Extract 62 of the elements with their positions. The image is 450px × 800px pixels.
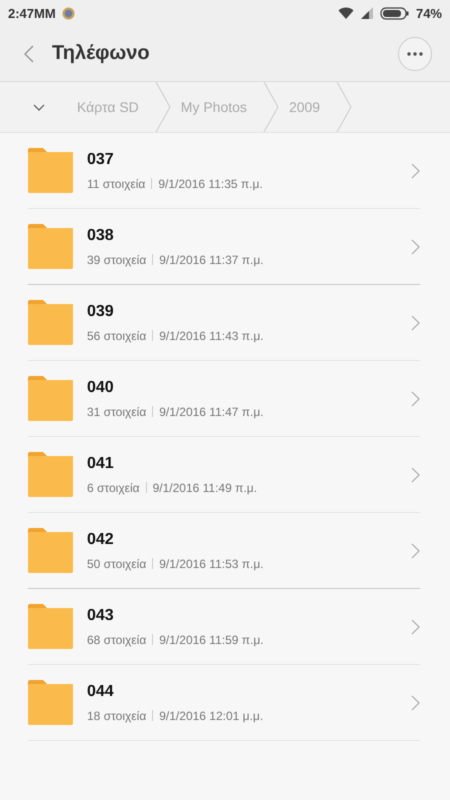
more-icon — [407, 52, 423, 56]
item-count: 39 στοιχεία — [87, 252, 146, 266]
modified-date: 9/1/2016 11:49 π.μ. — [152, 480, 257, 494]
modified-date: 9/1/2016 11:59 π.μ. — [159, 632, 264, 646]
signal-icon — [360, 7, 374, 19]
folder-name: 040 — [87, 378, 115, 396]
item-count: 56 στοιχεία — [87, 328, 146, 342]
item-count: 6 στοιχεία — [87, 480, 140, 494]
modified-date: 9/1/2016 11:43 π.μ. — [159, 328, 264, 342]
breadcrumb-separator-icon — [154, 82, 171, 132]
battery-icon — [380, 6, 410, 20]
notification-icon — [62, 6, 75, 20]
wifi-icon — [338, 7, 354, 19]
chevron-right-icon — [411, 542, 420, 558]
folder-row[interactable]: 038 39 στοιχεία 9/1/2016 11:37 π.μ. — [28, 209, 420, 285]
modified-date: 9/1/2016 12:01 μ.μ. — [159, 708, 264, 722]
chevron-right-icon — [411, 162, 420, 178]
folder-row[interactable]: 041 6 στοιχεία 9/1/2016 11:49 π.μ. — [28, 437, 420, 513]
modified-date: 9/1/2016 11:37 π.μ. — [159, 252, 264, 266]
chevron-right-icon — [411, 694, 420, 710]
folder-icon — [28, 680, 73, 725]
folder-row[interactable]: 037 11 στοιχεία 9/1/2016 11:35 π.μ. — [28, 133, 420, 209]
chevron-down-icon[interactable] — [33, 104, 45, 110]
chevron-right-icon — [411, 314, 420, 330]
folder-icon — [28, 224, 73, 269]
folder-row[interactable]: 042 50 στοιχεία 9/1/2016 11:53 π.μ. — [28, 513, 420, 589]
chevron-right-icon — [411, 618, 420, 634]
breadcrumb-separator-icon — [336, 82, 352, 132]
item-count: 18 στοιχεία — [87, 708, 146, 722]
folder-icon — [28, 376, 73, 421]
folder-name: 041 — [87, 454, 115, 472]
folder-icon — [28, 528, 73, 573]
folder-icon — [28, 300, 73, 345]
folder-icon — [28, 452, 73, 497]
status-time: 2:47MM — [8, 6, 56, 20]
chevron-right-icon — [411, 466, 420, 482]
modified-date: 9/1/2016 11:35 π.μ. — [158, 176, 263, 190]
folder-row[interactable]: 044 18 στοιχεία 9/1/2016 12:01 μ.μ. — [28, 665, 420, 741]
folder-name: 039 — [87, 302, 115, 320]
folder-name: 043 — [87, 606, 115, 624]
folder-row[interactable]: 040 31 στοιχεία 9/1/2016 11:47 π.μ. — [28, 361, 420, 437]
chevron-right-icon — [411, 238, 420, 254]
folder-icon — [28, 148, 73, 193]
toolbar-title: Τηλέφωνο — [52, 42, 150, 65]
folder-row[interactable]: 043 68 στοιχεία 9/1/2016 11:59 π.μ. — [28, 589, 420, 665]
item-count: 50 στοιχεία — [87, 556, 146, 570]
chevron-right-icon — [411, 390, 420, 406]
modified-date: 9/1/2016 11:47 π.μ. — [159, 404, 264, 418]
item-count: 31 στοιχεία — [87, 404, 146, 418]
back-icon — [24, 44, 34, 62]
item-count: 68 στοιχεία — [87, 632, 146, 646]
battery-percent: 74% — [416, 6, 442, 20]
item-count: 11 στοιχεία — [87, 176, 146, 190]
more-button[interactable] — [398, 36, 432, 70]
modified-date: 9/1/2016 11:53 π.μ. — [159, 556, 264, 570]
folder-icon — [28, 604, 73, 649]
breadcrumb-separator-icon — [262, 82, 279, 132]
folder-name: 037 — [87, 150, 115, 168]
folder-name: 042 — [87, 530, 115, 548]
folder-row[interactable]: 039 56 στοιχεία 9/1/2016 11:43 π.μ. — [28, 285, 420, 361]
folder-name: 038 — [87, 226, 115, 244]
folder-name: 044 — [87, 682, 115, 700]
